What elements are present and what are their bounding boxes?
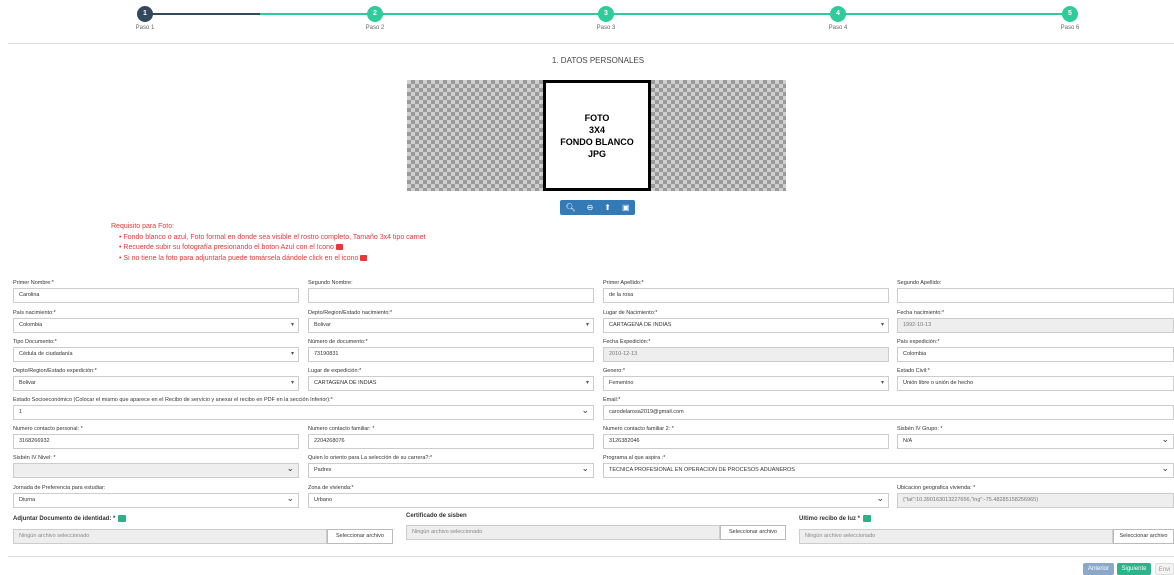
send-button[interactable]: Envi xyxy=(1155,563,1174,575)
estado-civil-select[interactable]: Unión libre o unión de hecho xyxy=(897,376,1174,391)
upload-recibo-field: Ningún archivo seleccionado xyxy=(799,529,1113,544)
primer-apellido-input[interactable]: de la rosa xyxy=(603,288,889,303)
upload-documento-button[interactable]: Seleccionar archivo xyxy=(327,529,393,544)
step-2-label: Paso 2 xyxy=(365,25,385,31)
segundo-nombre-label: Segundo Nombre: xyxy=(308,280,353,286)
depto-expedicion-label: Depto/Region/Estado expedición:* xyxy=(13,368,97,374)
segundo-apellido-input[interactable] xyxy=(897,288,1174,303)
zona-vivienda-select[interactable]: Urbano xyxy=(308,493,889,508)
upload-documento-field: Ningún archivo seleccionado xyxy=(13,529,327,544)
estrato-select[interactable]: 1 xyxy=(13,405,594,420)
prev-button[interactable]: Anterior xyxy=(1083,563,1114,575)
zoom-out-icon[interactable]: ⊖ xyxy=(587,203,594,212)
ubicacion-label: Ubicacion geografica vivienda: * xyxy=(897,485,976,491)
divider xyxy=(8,556,1174,557)
pais-expedicion-label: País expedición:* xyxy=(897,339,940,345)
upload-recibo-label: Ultimo recibo de luz * xyxy=(799,515,872,522)
upload-sisben-label: Certificado de sisben xyxy=(406,513,467,519)
lugar-nacimiento-select[interactable]: CARTAGENA DE INDIAS xyxy=(603,318,889,333)
fecha-expedicion-label: Fecha Expedición:* xyxy=(603,339,651,345)
ubicacion-input[interactable]: {"lat":10.3901630132276​56,"lng":-75.482… xyxy=(897,493,1174,508)
segundo-apellido-label: Segundo Apellido: xyxy=(897,280,942,286)
lugar-expedicion-select[interactable]: CARTAGENA DE INDIAS xyxy=(308,376,594,391)
step-4-label: Paso 4 xyxy=(828,25,848,31)
pais-nacimiento-label: País nacimiento:* xyxy=(13,310,56,316)
sisben-grupo-label: Sisbén IV Grupo: * xyxy=(897,426,943,432)
contacto-familiar2-input[interactable]: 3126382046 xyxy=(603,434,889,449)
stepper: 1 Paso 1 2 Paso 2 3 Paso 3 4 Paso 4 5 Pa… xyxy=(0,0,1174,40)
step-2-dot[interactable]: 2 xyxy=(367,6,383,22)
email-input[interactable]: carodelarosa2019@gmail.com xyxy=(603,405,1174,420)
upload-sisben-field: Ningún archivo seleccionado xyxy=(406,525,720,540)
programa-label: Programa al que aspira :* xyxy=(603,455,666,461)
fecha-nacimiento-input[interactable]: 1992-10-13 xyxy=(897,318,1174,333)
jornada-label: Jornada de Preferencia para estudiar: xyxy=(13,485,106,491)
jornada-select[interactable]: Diurna xyxy=(13,493,299,508)
step-3-dot[interactable]: 3 xyxy=(598,6,614,22)
step-3-label: Paso 3 xyxy=(596,25,616,31)
primer-nombre-input[interactable]: Carolina xyxy=(13,288,299,303)
pais-expedicion-input[interactable]: Colombia xyxy=(897,347,1174,362)
sisben-grupo-select[interactable]: N/A xyxy=(897,434,1174,449)
step-1-dot[interactable]: 1 xyxy=(137,6,153,22)
depto-expedicion-select[interactable]: Bolivar xyxy=(13,376,299,391)
divider xyxy=(8,43,1174,44)
requirement-item: Recuerde subir su fotografía presionando… xyxy=(119,243,426,254)
contacto-familiar-label: Numero contacto familiar: * xyxy=(308,426,375,432)
sisben-nivel-label: Sisbén IV Nivel: * xyxy=(13,455,56,461)
fecha-nacimiento-label: Fecha nacimiento:* xyxy=(897,310,945,316)
pais-nacimiento-select[interactable]: Colombia xyxy=(13,318,299,333)
contacto-familiar2-label: Numero contacto familiar 2: * xyxy=(603,426,674,432)
genero-label: Genero:* xyxy=(603,368,626,374)
quien-oriento-select[interactable]: Padres xyxy=(308,463,594,478)
step-4-dot[interactable]: 4 xyxy=(830,6,846,22)
estado-civil-label: Estado Civil:* xyxy=(897,368,930,374)
upload-icon xyxy=(863,515,872,522)
contacto-personal-label: Numero contacto personal: * xyxy=(13,426,83,432)
lugar-nacimiento-label: Lugar de Nacimiento:* xyxy=(603,310,658,316)
lugar-expedicion-label: Lugar de expedición:* xyxy=(308,368,362,374)
photo-toolbar: 🔍︎ ⊖ ⬆ ▣ xyxy=(560,200,635,215)
quien-oriento-label: Quien lo oriento para La selección de su… xyxy=(308,455,433,461)
programa-select[interactable]: TECNICA PROFESIONAL EN OPERACION DE PROC… xyxy=(603,463,1174,478)
upload-icon xyxy=(335,244,343,251)
photo-placeholder-text: FOTO 3X4 FONDO BLANCO JPG xyxy=(560,112,634,159)
estrato-label: Estado Socioeconómico (Colocar el mismo … xyxy=(13,397,333,403)
upload-icon[interactable]: ⬆ xyxy=(604,203,611,212)
sisben-nivel-select[interactable] xyxy=(13,463,299,478)
tipo-documento-select[interactable]: Cédula de ciudadanía xyxy=(13,347,299,362)
next-button[interactable]: Siguiente xyxy=(1117,563,1151,575)
upload-icon xyxy=(118,515,127,522)
photo-placeholder: FOTO 3X4 FONDO BLANCO JPG xyxy=(543,80,651,191)
numero-documento-label: Número de documento:* xyxy=(308,339,368,345)
step-5-label: Paso 6 xyxy=(1060,25,1080,31)
step-5-dot[interactable]: 5 xyxy=(1062,6,1078,22)
depto-nacimiento-select[interactable]: Bolivar xyxy=(308,318,594,333)
contacto-familiar-input[interactable]: 2204268076 xyxy=(308,434,594,449)
zoom-in-icon[interactable]: 🔍︎ xyxy=(565,203,575,212)
depto-nacimiento-label: Depto/Region/Estado nacimiento:* xyxy=(308,310,393,316)
requirement-item: Fondo blanco o azul, Foto formal en dond… xyxy=(119,233,425,244)
numero-documento-input[interactable]: 73190831 xyxy=(308,347,594,362)
requirements-title: Requisito para Foto: xyxy=(111,223,175,230)
tipo-documento-label: Tipo Documento:* xyxy=(13,339,57,345)
fecha-expedicion-input[interactable]: 2010-12-13 xyxy=(603,347,889,362)
step-1-label: Paso 1 xyxy=(135,25,155,31)
segundo-nombre-input[interactable] xyxy=(308,288,594,303)
genero-select[interactable]: Femenino xyxy=(603,376,889,391)
photo-requirements: Requisito para Foto: Fondo blanco o azul… xyxy=(111,222,426,264)
requirement-item: Si no tiene la foto para adjuntarla pued… xyxy=(119,254,426,265)
primer-nombre-label: Primer Nombre:* xyxy=(13,280,54,286)
upload-documento-label: Adjuntar Documento de identidad: * xyxy=(13,515,127,522)
upload-sisben-button[interactable]: Seleccionar archivo xyxy=(720,525,786,540)
upload-recibo-button[interactable]: Seleccionar archivo xyxy=(1113,529,1174,544)
camera-icon xyxy=(360,254,368,261)
email-label: Email:* xyxy=(603,397,621,403)
section-title: 1. DATOS PERSONALES xyxy=(551,56,645,65)
camera-icon[interactable]: ▣ xyxy=(622,203,630,212)
primer-apellido-label: Primer Apellido:* xyxy=(603,280,644,286)
step-progress-line xyxy=(145,13,260,15)
contacto-personal-input[interactable]: 3168266932 xyxy=(13,434,299,449)
zona-vivienda-label: Zona de vivienda:* xyxy=(308,485,354,491)
